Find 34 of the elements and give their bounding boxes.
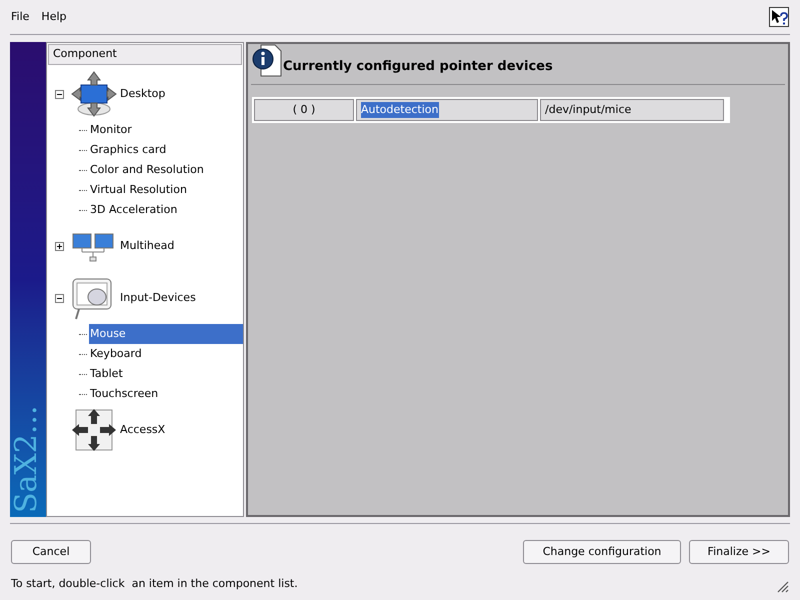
status-text: To start, double-click an item in the component list. xyxy=(11,576,298,592)
tree-item[interactable]: Monitor xyxy=(89,120,243,140)
tree-item[interactable]: Multihead xyxy=(119,238,176,254)
table-cell: /dev/input/mice xyxy=(540,99,724,121)
menu-item[interactable]: Help xyxy=(40,8,68,26)
tree-item[interactable]: Desktop xyxy=(119,86,166,102)
resize-grip-icon[interactable] xyxy=(777,580,789,592)
collapse-icon[interactable] xyxy=(55,90,64,98)
tree-item[interactable]: Virtual Resolution xyxy=(89,180,243,200)
help-icon[interactable] xyxy=(769,7,789,27)
desktop-arrows-icon[interactable] xyxy=(71,71,117,117)
tree-item[interactable]: Input-Devices xyxy=(119,290,197,306)
dialog-button[interactable]: Change configuration xyxy=(523,540,681,564)
tree-item[interactable]: Graphics card xyxy=(89,140,243,160)
tree-item[interactable]: Tablet xyxy=(89,364,243,384)
tree-item[interactable]: Touchscreen xyxy=(89,384,243,404)
column-header[interactable]: Component xyxy=(48,44,242,65)
table-row[interactable]: ( 0 ) Autodetection /dev/input/mice xyxy=(254,99,728,121)
panel-title: Currently configured pointer devices xyxy=(283,58,553,76)
table-cell: ( 0 ) xyxy=(254,99,354,121)
tree-item[interactable]: AccessX xyxy=(119,422,166,438)
collapse-icon[interactable] xyxy=(55,294,64,302)
tree-item[interactable]: Mouse xyxy=(89,324,243,344)
dialog-button[interactable]: Cancel xyxy=(11,540,91,564)
menu-item[interactable]: File xyxy=(10,8,30,26)
banner-text: SaX2... xyxy=(12,406,42,513)
dialog-button[interactable]: Finalize >> xyxy=(689,540,789,564)
tree-item[interactable]: Color and Resolution xyxy=(89,160,243,180)
table-cell: Autodetection xyxy=(356,99,538,121)
info-icon xyxy=(251,44,283,78)
keypad-arrows-icon[interactable] xyxy=(71,407,117,453)
tree-item[interactable]: 3D Acceleration xyxy=(89,200,243,220)
expand-icon[interactable] xyxy=(55,242,64,250)
tree-item[interactable]: Keyboard xyxy=(89,344,243,364)
